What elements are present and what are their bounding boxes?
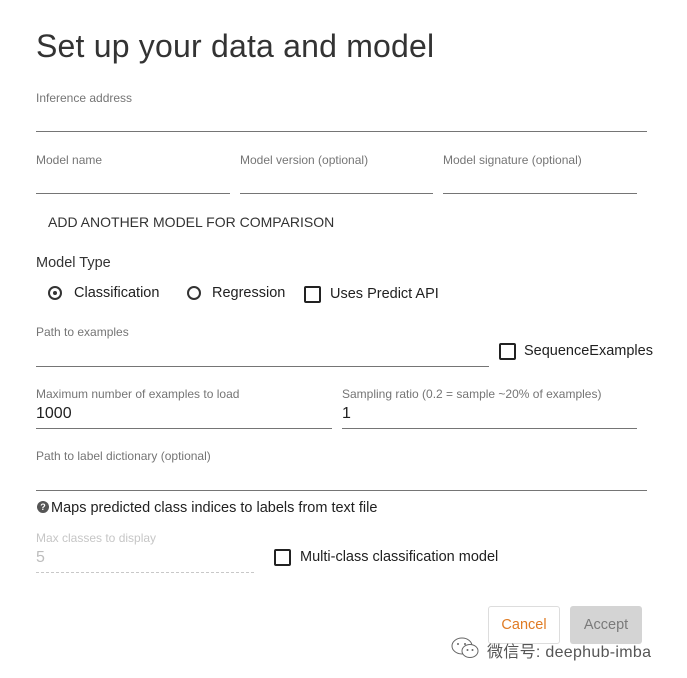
model-version-label: Model version (optional)	[240, 153, 369, 167]
label-dictionary-label: Path to label dictionary (optional)	[36, 449, 211, 463]
sampling-ratio-input[interactable]: 1	[342, 405, 637, 427]
radio-regression-label: Regression	[212, 285, 286, 301]
model-version-input[interactable]	[240, 168, 433, 194]
model-version-underline	[240, 193, 433, 194]
help-icon: ?	[37, 501, 49, 513]
model-name-input[interactable]	[36, 168, 230, 194]
add-model-button[interactable]: ADD ANOTHER MODEL FOR COMPARISON	[48, 214, 334, 230]
uses-predict-api-label: Uses Predict API	[330, 286, 439, 302]
path-to-examples-underline	[36, 366, 489, 367]
max-classes-input: 5	[36, 549, 45, 566]
radio-checked-icon	[48, 286, 62, 300]
label-dictionary-input[interactable]	[36, 464, 647, 490]
max-examples-input[interactable]: 1000	[36, 405, 332, 427]
label-dictionary-underline	[36, 490, 647, 491]
model-name-underline	[36, 193, 230, 194]
max-classes-label: Max classes to display	[36, 531, 157, 545]
sampling-ratio-underline	[342, 428, 637, 429]
model-type-label: Model Type	[36, 255, 111, 271]
radio-classification-label: Classification	[74, 285, 160, 301]
radio-classification[interactable]: Classification	[48, 285, 178, 302]
max-classes-underline	[36, 572, 254, 573]
uses-predict-api-checkbox[interactable]: Uses Predict API	[304, 286, 444, 304]
multi-class-label: Multi-class classification model	[300, 549, 499, 565]
wechat-icon	[450, 636, 482, 660]
sequence-examples-label: SequenceExamples	[524, 343, 653, 359]
radio-unchecked-icon	[187, 286, 201, 300]
max-examples-label: Maximum number of examples to load	[36, 387, 240, 401]
checkbox-unchecked-icon	[304, 286, 321, 303]
checkbox-unchecked-icon	[274, 549, 291, 566]
sampling-ratio-label: Sampling ratio (0.2 = sample ~20% of exa…	[342, 387, 602, 401]
path-to-examples-input[interactable]	[36, 340, 489, 366]
inference-address-underline	[36, 131, 647, 132]
radio-regression[interactable]: Regression	[187, 285, 297, 302]
model-name-label: Model name	[36, 153, 103, 167]
inference-address-label: Inference address	[36, 91, 133, 105]
checkbox-unchecked-icon	[499, 343, 516, 360]
max-examples-underline	[36, 428, 332, 429]
help-text: Maps predicted class indices to labels f…	[51, 500, 378, 516]
page-title: Set up your data and model	[36, 28, 435, 64]
inference-address-input[interactable]	[36, 106, 647, 132]
model-signature-underline	[443, 193, 637, 194]
path-to-examples-label: Path to examples	[36, 325, 129, 339]
model-signature-input[interactable]	[443, 168, 637, 194]
multi-class-checkbox[interactable]: Multi-class classification model	[274, 549, 504, 567]
watermark-text: 微信号: deephub-imba	[487, 644, 652, 661]
sequence-examples-checkbox[interactable]: SequenceExamples	[499, 343, 653, 361]
model-signature-label: Model signature (optional)	[443, 153, 582, 167]
